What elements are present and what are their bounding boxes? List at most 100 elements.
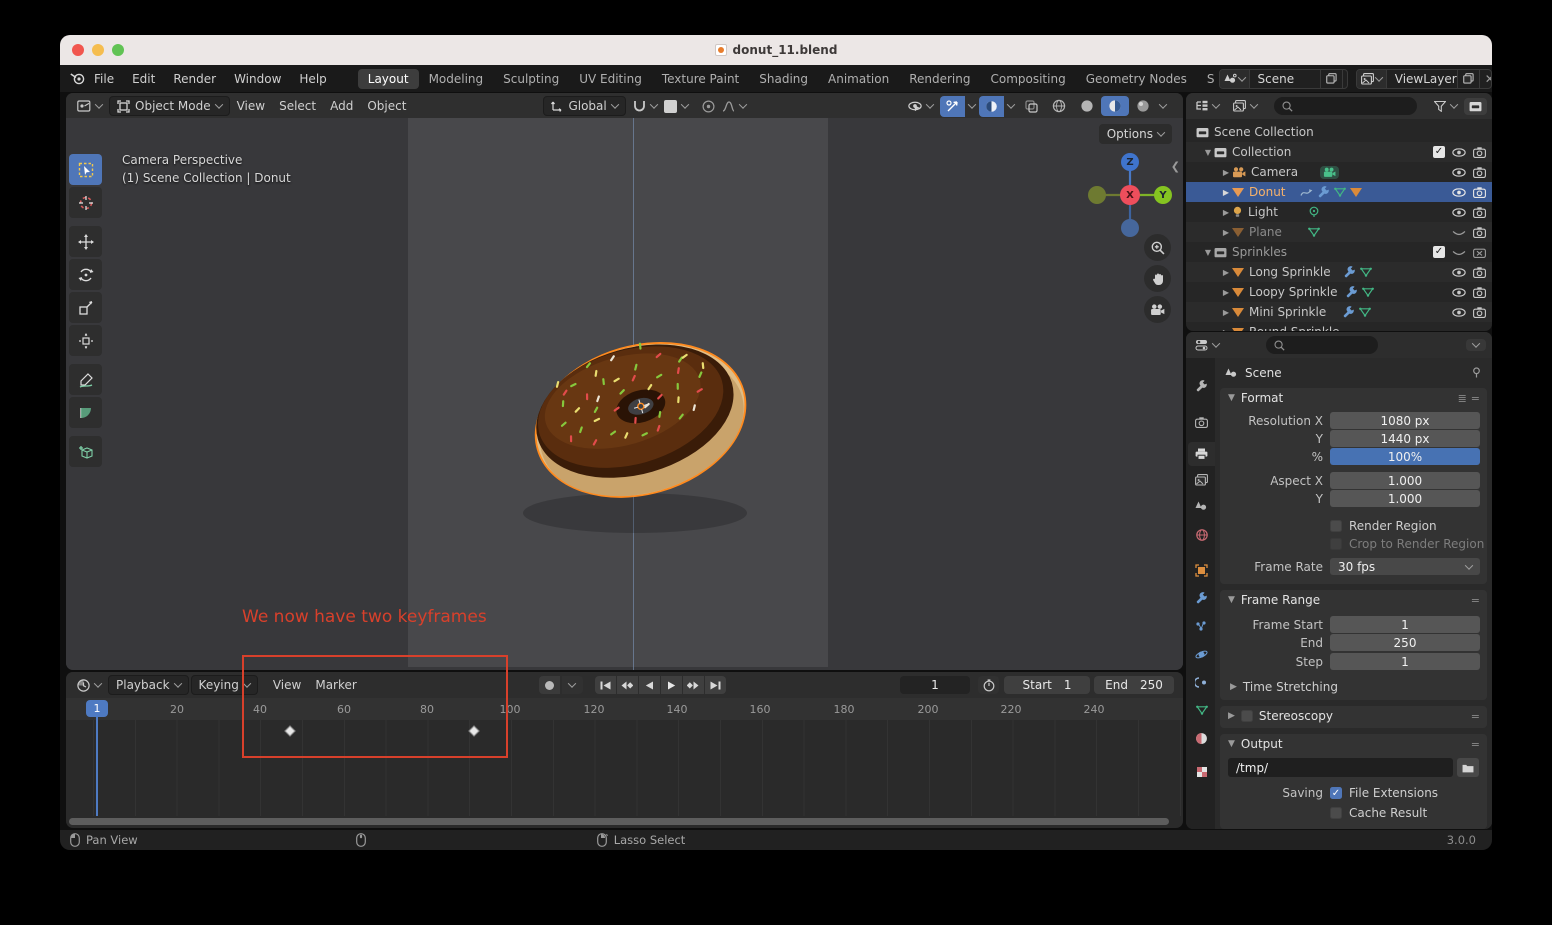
eye-icon[interactable]	[1452, 188, 1466, 197]
unlink-scene-icon[interactable]: ✕	[1341, 69, 1347, 88]
viewlayer-icon[interactable]	[1356, 69, 1387, 88]
time-stretching-subpanel[interactable]: ▶ Time Stretching	[1230, 678, 1338, 695]
gizmo-axis-z-neg[interactable]	[1121, 219, 1139, 237]
timeline-horizontal-scrollbar[interactable]	[69, 818, 1169, 825]
tab-modifiers[interactable]	[1188, 586, 1215, 610]
stereoscopy-panel[interactable]: ▶ Stereoscopy =	[1220, 706, 1487, 728]
frame-rate-dropdown[interactable]: 30 fps	[1330, 558, 1480, 575]
expand-icon[interactable]: ▶	[1220, 268, 1232, 277]
properties-search-input[interactable]	[1266, 336, 1378, 354]
collection-checkbox[interactable]: ✓	[1433, 246, 1445, 258]
tool-scale[interactable]	[69, 292, 102, 323]
tab-geometry-nodes[interactable]: Geometry Nodes	[1076, 69, 1197, 89]
expand-icon[interactable]: ▶	[1220, 188, 1232, 197]
tab-material[interactable]	[1188, 726, 1215, 750]
camera-visibility-icon[interactable]	[1473, 227, 1486, 238]
panel-menu-icon[interactable]: =	[1471, 738, 1480, 751]
playback-menu[interactable]: Playback	[108, 675, 189, 695]
output-path-field[interactable]: /tmp/	[1228, 758, 1453, 777]
shading-dropdown[interactable]	[1157, 96, 1169, 116]
remove-viewlayer-icon[interactable]: ✕	[1478, 69, 1491, 88]
open-folder-button[interactable]	[1457, 758, 1479, 777]
play-reverse-button[interactable]	[638, 676, 660, 694]
tab-view-layer[interactable]	[1188, 468, 1215, 492]
play-button[interactable]	[660, 676, 682, 694]
outliner-row-round-sprinkle[interactable]: ▶ Round Sprinkle	[1186, 322, 1492, 331]
proportional-editing-button[interactable]	[695, 97, 722, 116]
next-keyframe-button[interactable]	[682, 676, 704, 694]
viewlayer-name[interactable]: ViewLayer	[1387, 72, 1457, 86]
previous-keyframe-button[interactable]	[616, 676, 638, 694]
new-viewlayer-icon[interactable]	[1456, 69, 1479, 88]
timeline-ruler[interactable]: 20 40 60 80 100 120 140 160 180 200 220 …	[66, 698, 1183, 720]
aspect-y-field[interactable]: 1.000	[1330, 490, 1480, 507]
tab-render[interactable]	[1188, 410, 1215, 434]
frame-end-field[interactable]: End 250	[1094, 676, 1174, 694]
auto-keying-button[interactable]	[538, 676, 560, 694]
snap-toggle-button[interactable]	[663, 97, 695, 116]
proportional-falloff-button[interactable]	[722, 98, 753, 115]
new-collection-button[interactable]	[1464, 97, 1487, 115]
scene-name[interactable]: Scene	[1250, 72, 1320, 86]
gizmo-axis-y[interactable]: Y	[1154, 186, 1172, 204]
camera-visibility-icon[interactable]	[1473, 187, 1486, 198]
eye-icon[interactable]	[1452, 288, 1466, 297]
tab-compositing[interactable]: Compositing	[980, 69, 1075, 89]
menu-render[interactable]: Render	[164, 70, 225, 88]
tab-layout[interactable]: Layout	[357, 68, 419, 89]
expand-icon[interactable]: ▶	[1220, 168, 1232, 177]
menu-file[interactable]: File	[85, 70, 123, 88]
tab-animation[interactable]: Animation	[818, 69, 899, 89]
tool-cursor[interactable]	[69, 187, 102, 218]
eye-icon[interactable]	[1452, 268, 1466, 277]
outliner-row-mini-sprinkle[interactable]: ▶ Mini Sprinkle	[1186, 302, 1492, 322]
tool-measure[interactable]	[69, 397, 102, 428]
mode-selector[interactable]: Object Mode	[109, 96, 230, 116]
tab-shading[interactable]: Shading	[749, 69, 818, 89]
tab-tool[interactable]	[1188, 374, 1215, 398]
shading-material-preview-button[interactable]	[1100, 96, 1129, 116]
camera-visibility-icon[interactable]	[1473, 307, 1486, 318]
camera-visibility-icon[interactable]	[1473, 207, 1486, 218]
scene-selector[interactable]: Scene ✕	[1218, 68, 1348, 89]
gizmo-dropdown[interactable]	[965, 99, 979, 113]
camera-disabled-icon[interactable]	[1473, 247, 1486, 258]
timeline-editor-type-button[interactable]	[70, 676, 108, 695]
menu-window[interactable]: Window	[225, 70, 290, 88]
camera-visibility-icon[interactable]	[1473, 267, 1486, 278]
resolution-x-field[interactable]: 1080 px	[1330, 412, 1480, 429]
tool-select-box[interactable]	[69, 154, 102, 185]
panel-menu-icon[interactable]: =	[1471, 392, 1480, 405]
collection-checkbox[interactable]: ✓	[1433, 146, 1445, 158]
scene-icon[interactable]	[1219, 69, 1250, 88]
resolution-y-field[interactable]: 1440 px	[1330, 430, 1480, 447]
outliner-row-light[interactable]: ▶ Light	[1186, 202, 1492, 222]
resolution-percent-slider[interactable]: 100%	[1330, 448, 1480, 465]
frame-range-panel-header[interactable]: ▼ Frame Range =	[1220, 590, 1487, 610]
expand-icon[interactable]: ▼	[1202, 248, 1214, 257]
transform-orientation-selector[interactable]: Global	[543, 96, 626, 116]
object-visibility-button[interactable]	[901, 98, 940, 114]
expand-icon[interactable]: ▶	[1220, 308, 1232, 317]
show-overlays-toggle[interactable]	[978, 95, 1004, 117]
format-panel-header[interactable]: ▼ Format ≣ =	[1220, 388, 1487, 408]
options-button[interactable]: Options	[1098, 124, 1172, 144]
eye-icon[interactable]	[1452, 308, 1466, 317]
expand-icon[interactable]: ▼	[1202, 148, 1214, 157]
tab-world[interactable]	[1188, 523, 1215, 547]
current-frame-field[interactable]: 1	[900, 676, 970, 694]
blender-logo-icon[interactable]	[70, 72, 85, 85]
expand-icon[interactable]: ▶	[1220, 228, 1232, 237]
panel-menu-icon[interactable]: =	[1471, 594, 1480, 607]
outliner-row-sprinkles[interactable]: ▼ Sprinkles ✓	[1186, 242, 1492, 262]
outliner-row-donut[interactable]: ▶ Donut	[1186, 182, 1492, 202]
cache-result-checkbox[interactable]	[1330, 806, 1342, 819]
tab-scripting-truncated[interactable]: S	[1197, 69, 1215, 89]
shading-rendered-button[interactable]	[1129, 96, 1157, 116]
viewport-canvas[interactable]: Camera Perspective (1) Scene Collection …	[66, 118, 1183, 670]
outliner-row-long-sprinkle[interactable]: ▶ Long Sprinkle	[1186, 262, 1492, 282]
outliner-row-plane[interactable]: ▶ Plane	[1186, 222, 1492, 242]
eye-closed-icon[interactable]	[1452, 248, 1466, 257]
pin-icon[interactable]	[1471, 367, 1482, 378]
tool-rotate[interactable]	[69, 259, 102, 290]
